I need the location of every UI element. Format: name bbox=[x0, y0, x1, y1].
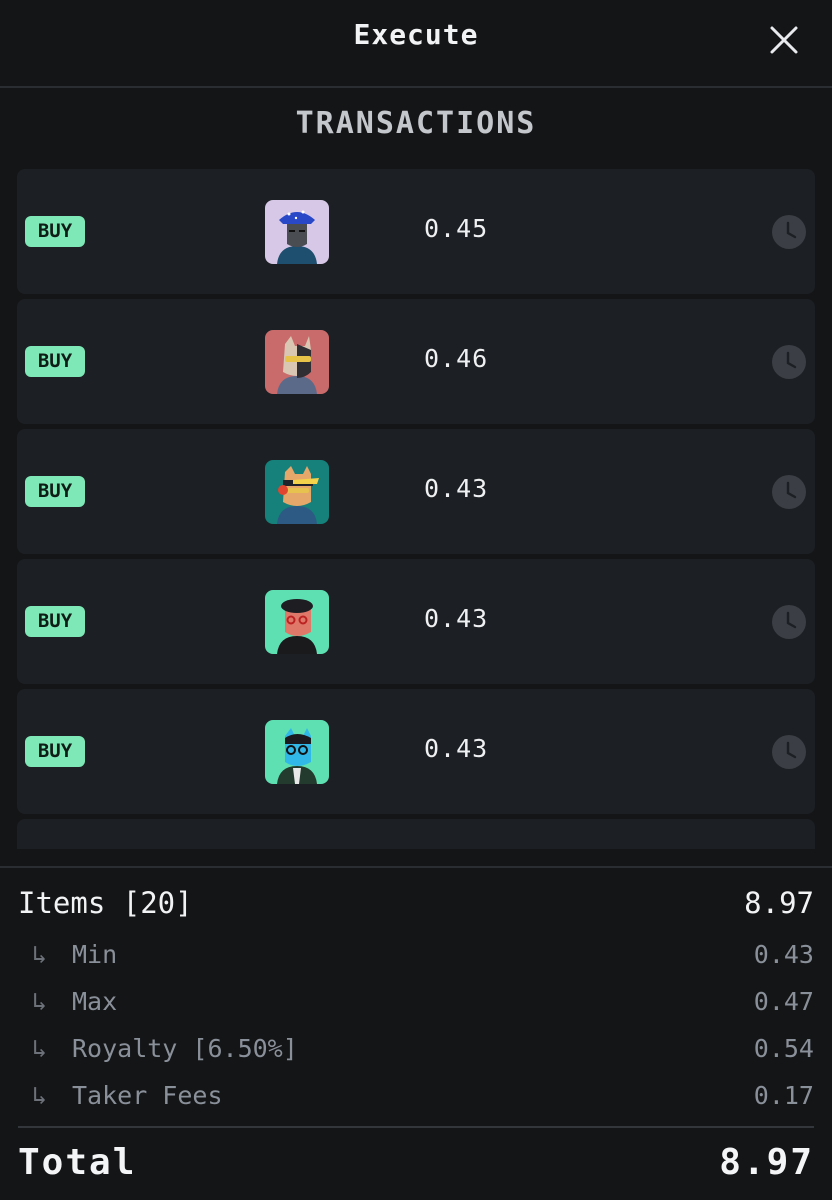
transaction-row[interactable]: BUY 0.43 bbox=[17, 689, 815, 814]
summary-panel: Items [20] 8.97 ↳ Min 0.43 ↳ Max 0.47 ↳ Roy… bbox=[0, 866, 832, 1200]
clock-icon bbox=[772, 215, 806, 249]
buy-badge: BUY bbox=[25, 346, 85, 377]
transactions-list[interactable]: BUY 0.45 BUY 0.46 BUY 0.43 BUY 0.43 BUY … bbox=[17, 169, 815, 849]
transaction-row[interactable]: BUY 0.45 bbox=[17, 169, 815, 294]
royalty-value: 0.54 bbox=[753, 1034, 814, 1063]
buy-badge: BUY bbox=[25, 216, 85, 247]
buy-badge: BUY bbox=[25, 736, 85, 767]
transaction-row[interactable]: BUY 0.46 bbox=[17, 299, 815, 424]
min-label: Min bbox=[72, 940, 118, 969]
nft-thumbnail[interactable] bbox=[265, 720, 329, 784]
price: 0.43 bbox=[424, 734, 489, 763]
min-value: 0.43 bbox=[753, 940, 814, 969]
divider bbox=[18, 1126, 814, 1128]
nft-thumbnail[interactable] bbox=[265, 590, 329, 654]
total-row: Total 8.97 bbox=[18, 1142, 814, 1183]
modal-title: Execute bbox=[353, 18, 479, 51]
taker-fees-row: ↳ Taker Fees 0.17 bbox=[18, 1081, 814, 1117]
min-row: ↳ Min 0.43 bbox=[18, 940, 814, 976]
clock-icon bbox=[772, 735, 806, 769]
nft-thumbnail[interactable] bbox=[265, 330, 329, 394]
sub-arrow-icon: ↳ bbox=[32, 987, 48, 1016]
total-label: Total bbox=[18, 1142, 137, 1183]
clock-icon bbox=[772, 345, 806, 379]
transactions-heading: TRANSACTIONS bbox=[295, 106, 537, 141]
taker-fees-label: Taker Fees bbox=[72, 1081, 223, 1110]
clock-icon bbox=[772, 475, 806, 509]
items-row: Items [20] 8.97 bbox=[18, 886, 814, 922]
nft-thumbnail[interactable] bbox=[265, 460, 329, 524]
price: 0.43 bbox=[424, 604, 489, 633]
items-label: Items [20] bbox=[18, 886, 193, 920]
close-button[interactable] bbox=[768, 24, 800, 56]
close-icon bbox=[770, 26, 798, 54]
sub-arrow-icon: ↳ bbox=[32, 1081, 48, 1110]
items-value: 8.97 bbox=[744, 886, 814, 920]
sub-arrow-icon: ↳ bbox=[32, 940, 48, 969]
transaction-row-partial[interactable] bbox=[17, 819, 815, 849]
royalty-row: ↳ Royalty [6.50%] 0.54 bbox=[18, 1034, 814, 1070]
clock-icon bbox=[772, 605, 806, 639]
total-value: 8.97 bbox=[719, 1142, 814, 1183]
modal-header: Execute bbox=[0, 0, 832, 88]
buy-badge: BUY bbox=[25, 606, 85, 637]
buy-badge: BUY bbox=[25, 476, 85, 507]
transaction-row[interactable]: BUY 0.43 bbox=[17, 429, 815, 554]
price: 0.43 bbox=[424, 474, 489, 503]
royalty-label: Royalty [6.50%] bbox=[72, 1034, 298, 1063]
price: 0.46 bbox=[424, 344, 489, 373]
nft-thumbnail[interactable] bbox=[265, 200, 329, 264]
price: 0.45 bbox=[424, 214, 489, 243]
sub-arrow-icon: ↳ bbox=[32, 1034, 48, 1063]
taker-fees-value: 0.17 bbox=[753, 1081, 814, 1110]
max-label: Max bbox=[72, 987, 118, 1016]
max-value: 0.47 bbox=[753, 987, 814, 1016]
max-row: ↳ Max 0.47 bbox=[18, 987, 814, 1023]
transaction-row[interactable]: BUY 0.43 bbox=[17, 559, 815, 684]
